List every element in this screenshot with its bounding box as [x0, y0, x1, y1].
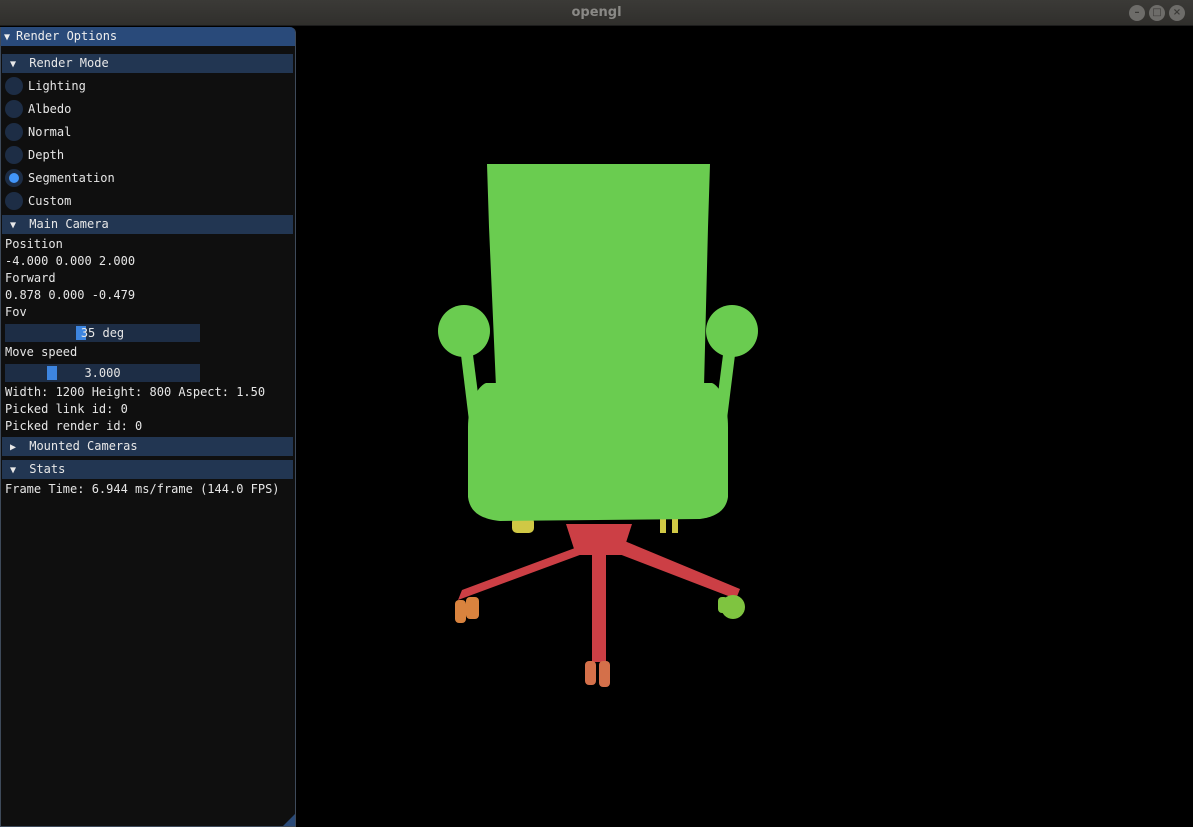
radio-custom[interactable]: Custom — [5, 191, 71, 211]
render-mode-header-label: Render Mode — [29, 56, 109, 70]
radio-depth[interactable]: Depth — [5, 145, 64, 165]
collapsed-arrow-icon: ▶ — [10, 442, 17, 453]
main-camera-header-label: Main Camera — [29, 217, 109, 231]
move-speed-slider[interactable]: 3.000 — [5, 364, 200, 382]
radio-label: Segmentation — [28, 171, 115, 185]
minimize-button[interactable]: – — [1129, 5, 1145, 21]
expand-arrow-icon: ▼ — [10, 465, 17, 476]
fov-slider[interactable]: 35 deg — [5, 324, 200, 342]
radio-lighting[interactable]: Lighting — [5, 76, 86, 96]
slider-grab-handle[interactable] — [47, 366, 57, 380]
stats-header-label: Stats — [29, 462, 66, 476]
expand-arrow-icon: ▼ — [10, 59, 17, 70]
radio-selected-icon[interactable] — [5, 169, 23, 187]
forward-label: Forward — [5, 271, 56, 285]
radio-segmentation[interactable]: Segmentation — [5, 168, 115, 188]
picked-link-id: Picked link id: 0 — [5, 402, 128, 416]
panel-title: Render Options — [16, 29, 118, 43]
window-titlebar: opengl – □ × — [0, 0, 1193, 26]
window-title: opengl — [571, 5, 622, 20]
maximize-button[interactable]: □ — [1149, 5, 1165, 21]
radio-label: Normal — [28, 125, 72, 139]
radio-circle-icon[interactable] — [5, 192, 23, 210]
collapse-arrow-icon[interactable]: ▼ — [4, 28, 16, 47]
forward-value: 0.878 0.000 -0.479 — [5, 288, 136, 302]
position-label: Position — [5, 237, 63, 251]
radio-label: Custom — [28, 194, 72, 208]
move-speed-slider-value: 3.000 — [84, 366, 121, 380]
close-button[interactable]: × — [1169, 5, 1185, 21]
render-options-panel[interactable]: ▼ Render Options ▼ Render Mode Lighting A… — [0, 27, 296, 827]
panel-title-bar[interactable]: ▼ Render Options — [1, 27, 295, 46]
chair-backrest — [487, 164, 710, 387]
mounted-cameras-header-label: Mounted Cameras — [29, 439, 138, 453]
main-camera-header[interactable]: ▼ Main Camera — [2, 215, 293, 234]
frame-time-stat: Frame Time: 6.944 ms/frame (144.0 FPS) — [5, 482, 280, 496]
resize-grip-icon[interactable] — [283, 814, 295, 826]
move-speed-label: Move speed — [5, 345, 78, 359]
radio-albedo[interactable]: Albedo — [5, 99, 71, 119]
radio-circle-icon[interactable] — [5, 100, 23, 118]
mounted-cameras-header[interactable]: ▶ Mounted Cameras — [2, 437, 293, 456]
render-mode-header[interactable]: ▼ Render Mode — [2, 54, 293, 73]
position-value: -4.000 0.000 2.000 — [5, 254, 136, 268]
picked-render-id: Picked render id: 0 — [5, 419, 143, 433]
viewport-size-info: Width: 1200 Height: 800 Aspect: 1.50 — [5, 385, 266, 399]
radio-circle-icon[interactable] — [5, 123, 23, 141]
fov-slider-value: 35 deg — [80, 326, 125, 340]
radio-normal[interactable]: Normal — [5, 122, 71, 142]
chair-seat — [468, 383, 728, 521]
radio-label: Lighting — [28, 79, 86, 93]
expand-arrow-icon: ▼ — [10, 220, 17, 231]
stats-header[interactable]: ▼ Stats — [2, 460, 293, 479]
chair-base — [458, 524, 740, 662]
radio-circle-icon[interactable] — [5, 146, 23, 164]
radio-label: Depth — [28, 148, 65, 162]
radio-label: Albedo — [28, 102, 72, 116]
fov-label: Fov — [5, 305, 27, 319]
radio-circle-icon[interactable] — [5, 77, 23, 95]
